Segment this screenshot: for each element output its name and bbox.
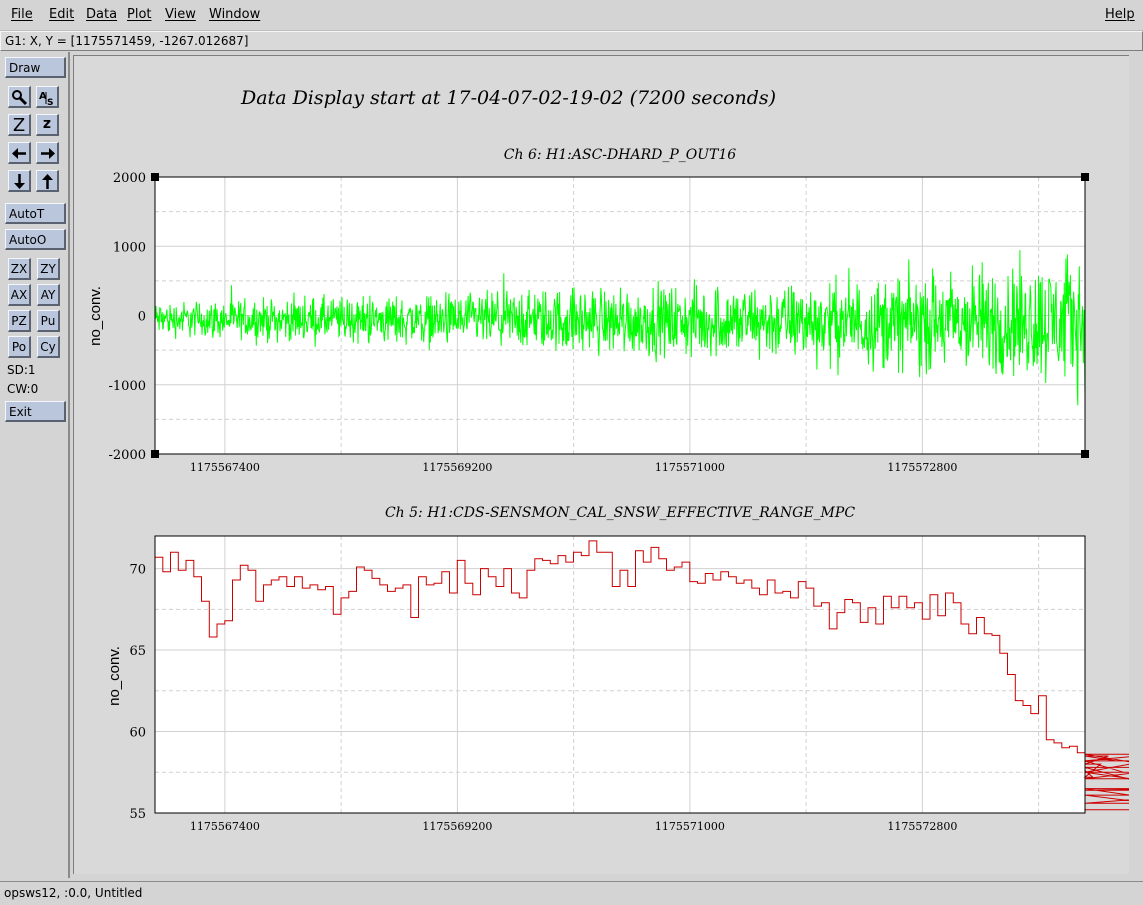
y-tick-label: -1000 (109, 379, 146, 394)
selection-handle (151, 173, 159, 181)
zoom-in-button[interactable]: Z (8, 114, 31, 136)
menu-window[interactable]: Window (209, 7, 260, 22)
y-tick-label: 65 (129, 644, 146, 659)
magnifier-icon (11, 90, 27, 106)
autoo-button[interactable]: AutoO (5, 229, 66, 250)
sd-label: SD:1 (7, 363, 36, 377)
canvas-title: Data Display start at 17-04-07-02-19-02 … (240, 87, 776, 109)
x-tick-label: 1175572800 (887, 461, 957, 474)
pan-down-button[interactable] (8, 170, 31, 192)
y-axis-label: no_conv. (87, 286, 104, 346)
y-axis-label: no_conv. (106, 646, 123, 706)
ax-button[interactable]: AX (8, 284, 31, 306)
po-button[interactable]: Po (8, 336, 31, 358)
menu-data[interactable]: Data (86, 7, 117, 22)
menu-file[interactable]: File (11, 7, 33, 22)
y-tick-label: 2000 (113, 171, 146, 186)
arrow-up-icon (41, 174, 53, 189)
y-tick-label: 55 (129, 807, 146, 822)
left-toolbar: Draw AS Z z AutoT AutoO ZX ZY AX AY PZ P… (0, 52, 70, 878)
x-tick-label: 1175571000 (655, 820, 725, 833)
svg-text:S: S (47, 98, 53, 106)
selection-handle (151, 450, 159, 458)
status-bar: opsws12, :0.0, Untitled (0, 881, 1143, 905)
pan-left-button[interactable] (8, 142, 31, 164)
x-tick-label: 1175569200 (422, 820, 492, 833)
x-tick-label: 1175567400 (190, 461, 260, 474)
zy-button[interactable]: ZY (37, 258, 60, 280)
arrow-right-icon (40, 148, 55, 159)
x-tick-label: 1175571000 (655, 461, 725, 474)
pz-button[interactable]: PZ (8, 310, 31, 332)
arrow-left-icon (11, 148, 26, 159)
x-tick-label: 1175567400 (190, 820, 260, 833)
y-tick-label: 70 (129, 563, 146, 578)
menu-edit[interactable]: Edit (49, 7, 74, 22)
zx-button[interactable]: ZX (8, 258, 31, 280)
magnifier-button[interactable] (8, 86, 31, 108)
selection-handle (1081, 450, 1089, 458)
pan-right-button[interactable] (36, 142, 59, 164)
pu-button[interactable]: Pu (37, 310, 60, 332)
coordinate-readout: G1: X, Y = [1175571459, -1267.012687] (0, 31, 1143, 51)
menu-help[interactable]: Help (1105, 7, 1135, 22)
y-tick-label: 1000 (113, 240, 146, 255)
selection-handle (1081, 173, 1089, 181)
zoom-out-button[interactable]: z (36, 114, 59, 136)
status-text: opsws12, :0.0, Untitled (4, 886, 143, 900)
chart-title: Ch 5: H1:CDS-SENSMON_CAL_SNSW_EFFECTIVE_… (385, 505, 855, 521)
ay-button[interactable]: AY (37, 284, 60, 306)
x-tick-label: 1175569200 (422, 461, 492, 474)
plots-svg: Data Display start at 17-04-07-02-19-02 … (87, 87, 1129, 833)
y-tick-label: 60 (129, 726, 146, 741)
y-tick-label: 0 (138, 310, 146, 325)
draw-button[interactable]: Draw (5, 57, 66, 78)
pan-up-button[interactable] (36, 170, 59, 192)
chart-title: Ch 6: H1:ASC-DHARD_P_OUT16 (504, 147, 736, 163)
text-scale-icon: AS (39, 91, 53, 106)
menu-plot[interactable]: Plot (127, 7, 152, 22)
cw-label: CW:0 (7, 382, 39, 396)
arrow-down-icon (13, 174, 25, 189)
y-tick-label: -2000 (109, 448, 146, 463)
text-scale-button[interactable]: AS (36, 86, 59, 108)
x-tick-label: 1175572800 (887, 820, 957, 833)
cy-button[interactable]: Cy (37, 336, 60, 358)
exit-button[interactable]: Exit (5, 401, 66, 422)
autot-button[interactable]: AutoT (5, 203, 66, 224)
coordinate-readout-text: G1: X, Y = [1175571459, -1267.012687] (5, 34, 249, 48)
menubar: File Edit Data Plot View Window Help (0, 0, 1143, 31)
menu-view[interactable]: View (165, 7, 196, 22)
plot-canvas[interactable]: Data Display start at 17-04-07-02-19-02 … (73, 55, 1129, 874)
